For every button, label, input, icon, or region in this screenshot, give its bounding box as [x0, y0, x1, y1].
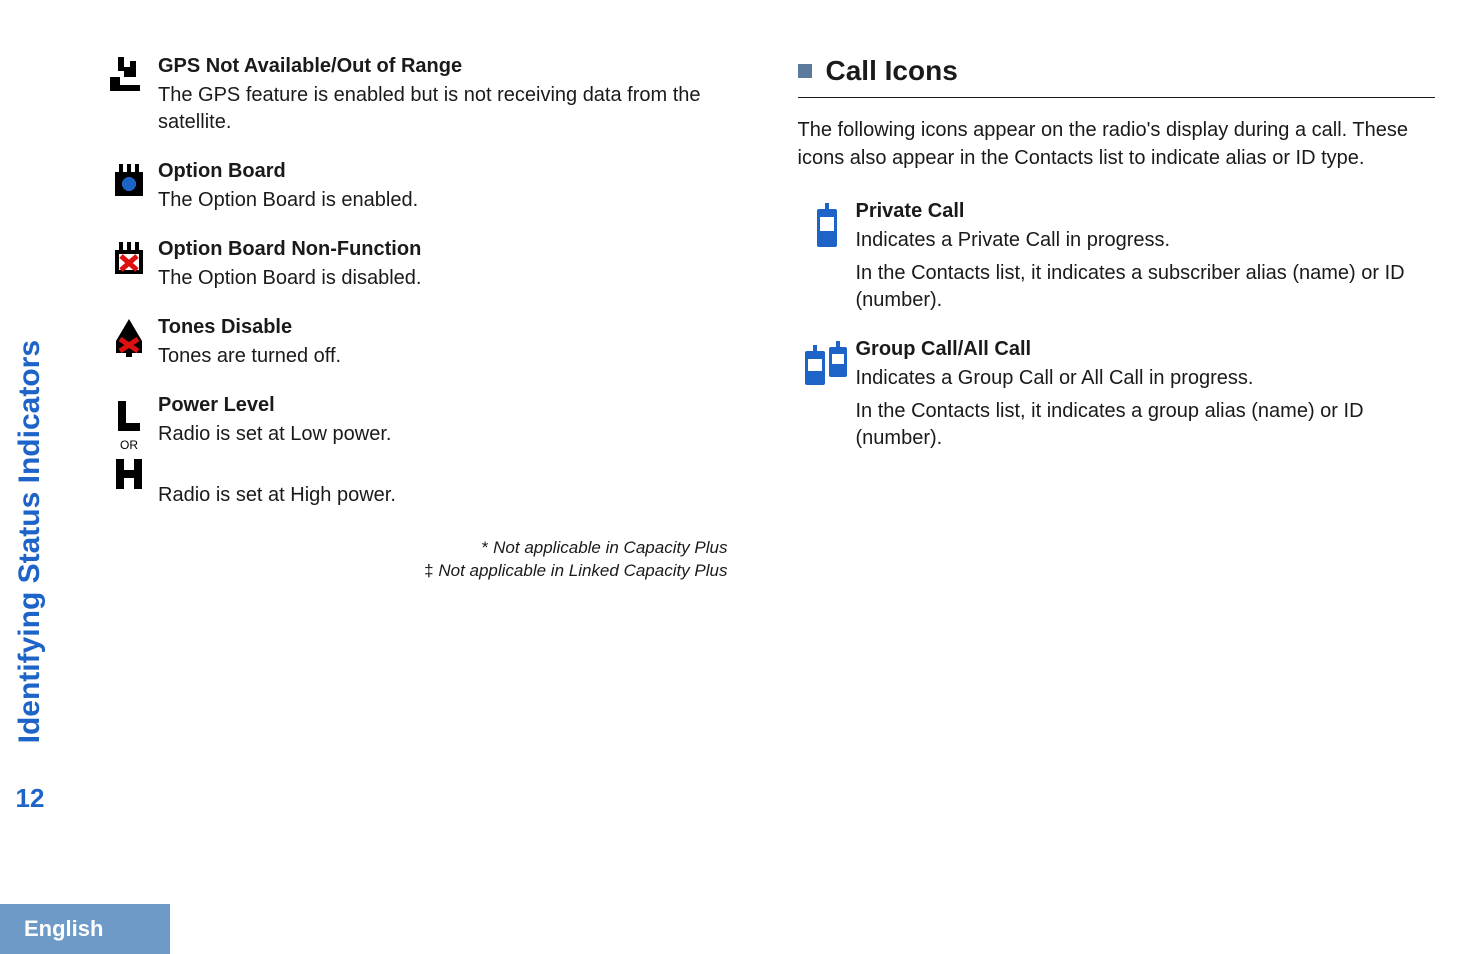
private-call-icon [802, 202, 852, 252]
icon-cell [798, 338, 856, 390]
left-column: GPS Not Available/Out of Range The GPS f… [100, 55, 738, 954]
entry-title: GPS Not Available/Out of Range [158, 55, 738, 78]
entry-group-call: Group Call/All Call Indicates a Group Ca… [798, 338, 1436, 458]
icon-cell [100, 238, 158, 280]
entry-title: Option Board Non-Function [158, 238, 738, 261]
footnote-text: Not applicable in Capacity Plus [488, 538, 727, 557]
option-board-icon [109, 162, 149, 202]
icon-cell [100, 160, 158, 202]
text-cell: Power Level Radio is set at Low power. R… [158, 394, 738, 515]
entry-power-level: OR Power Level Radio is set at Low power… [100, 394, 738, 515]
icon-cell: OR [100, 394, 158, 494]
entry-title: Private Call [856, 200, 1436, 223]
entry-desc-high: Radio is set at High power. [158, 482, 738, 509]
section-header: Call Icons [798, 55, 1436, 98]
entry-title: Power Level [158, 394, 738, 417]
icon-cell [100, 55, 158, 97]
page: Identifying Status Indicators 12 [0, 0, 1475, 954]
icon-cell [798, 200, 856, 252]
footnote-1: * Not applicable in Capacity Plus [100, 537, 728, 560]
text-cell: Private Call Indicates a Private Call in… [856, 200, 1436, 320]
footnote-2: ‡ Not applicable in Linked Capacity Plus [100, 560, 728, 583]
entry-title: Tones Disable [158, 316, 738, 339]
entry-option-board: Option Board The Option Board is enabled… [100, 160, 738, 220]
entry-desc: The Option Board is disabled. [158, 265, 738, 292]
power-high-icon [109, 454, 149, 494]
entry-desc: In the Contacts list, it indicates a sub… [856, 260, 1436, 314]
footer-language-label: English [24, 916, 103, 942]
power-low-icon [109, 396, 149, 436]
sidebar: Identifying Status Indicators 12 [0, 0, 60, 954]
entry-private-call: Private Call Indicates a Private Call in… [798, 200, 1436, 320]
entry-title: Group Call/All Call [856, 338, 1436, 361]
entry-desc-low: Radio is set at Low power. [158, 421, 738, 448]
group-call-icon [802, 340, 852, 390]
sidebar-chapter-title: Identifying Status Indicators [13, 340, 47, 743]
or-label: OR [120, 438, 138, 452]
section-bullet-icon [798, 64, 812, 78]
intro-text: The following icons appear on the radio'… [798, 116, 1436, 172]
entry-desc: Indicates a Group Call or All Call in pr… [856, 365, 1436, 392]
option-board-nonfunction-icon [109, 240, 149, 280]
section-title: Call Icons [826, 55, 958, 87]
entry-desc: Indicates a Private Call in progress. [856, 227, 1436, 254]
entry-title: Option Board [158, 160, 738, 183]
entry-desc: Tones are turned off. [158, 343, 738, 370]
footer-language-tab: English [0, 904, 170, 954]
entry-desc: The GPS feature is enabled but is not re… [158, 82, 738, 136]
footnote-marker: ‡ [424, 561, 433, 580]
entry-option-board-nonfunction: Option Board Non-Function The Option Boa… [100, 238, 738, 298]
gps-not-available-icon [109, 57, 149, 97]
entry-tones-disable: Tones Disable Tones are turned off. [100, 316, 738, 376]
entry-desc: In the Contacts list, it indicates a gro… [856, 398, 1436, 452]
text-cell: Option Board The Option Board is enabled… [158, 160, 738, 220]
content: GPS Not Available/Out of Range The GPS f… [60, 0, 1475, 954]
tones-disable-icon [109, 318, 149, 358]
footnotes: * Not applicable in Capacity Plus ‡ Not … [100, 537, 738, 583]
text-cell: Option Board Non-Function The Option Boa… [158, 238, 738, 298]
right-column: Call Icons The following icons appear on… [798, 55, 1436, 954]
icon-cell [100, 316, 158, 358]
text-cell: Tones Disable Tones are turned off. [158, 316, 738, 376]
entry-gps-not-available: GPS Not Available/Out of Range The GPS f… [100, 55, 738, 142]
page-number: 12 [16, 783, 45, 814]
entry-desc: The Option Board is enabled. [158, 187, 738, 214]
text-cell: Group Call/All Call Indicates a Group Ca… [856, 338, 1436, 458]
text-cell: GPS Not Available/Out of Range The GPS f… [158, 55, 738, 142]
footnote-text: Not applicable in Linked Capacity Plus [434, 561, 728, 580]
